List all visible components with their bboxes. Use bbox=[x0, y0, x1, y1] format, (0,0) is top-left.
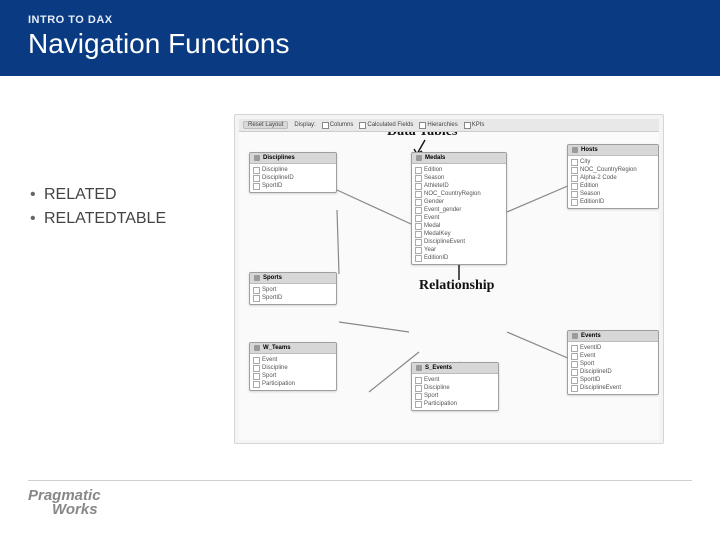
field-item: SportID bbox=[253, 294, 333, 302]
field-item: Participation bbox=[415, 400, 495, 408]
field-item: Edition bbox=[571, 182, 655, 190]
field-item: Sport bbox=[253, 286, 333, 294]
bullet-column: RELATED RELATEDTABLE bbox=[30, 106, 230, 540]
bullet-list: RELATED RELATEDTABLE bbox=[30, 186, 230, 228]
field-item: SportID bbox=[253, 182, 333, 190]
slide-header: INTRO TO DAX Navigation Functions bbox=[0, 0, 720, 76]
field-item: Edition bbox=[415, 166, 503, 174]
bullet-item: RELATED bbox=[30, 186, 230, 204]
field-item: EditionID bbox=[571, 198, 655, 206]
relationship-annotation: Relationship bbox=[419, 278, 494, 294]
diagram-toolbar: Reset Layout Display: Columns Calculated… bbox=[239, 119, 659, 132]
field-item: DisciplineEvent bbox=[571, 384, 655, 392]
field-item: NOC_CountryRegion bbox=[415, 190, 503, 198]
field-item: SportID bbox=[571, 376, 655, 384]
hierarchies-checkbox[interactable]: Hierarchies bbox=[419, 122, 457, 129]
field-item: Medal bbox=[415, 222, 503, 230]
field-item: Event_gender bbox=[415, 206, 503, 214]
field-item: DisciplineID bbox=[571, 368, 655, 376]
table-hosts[interactable]: Hosts City NOC_CountryRegion Alpha-2 Cod… bbox=[567, 144, 659, 209]
diagram-canvas: Data Tables Relationship Disciplines Dis… bbox=[239, 132, 659, 440]
table-title: Hosts bbox=[581, 147, 598, 153]
field-item: Event bbox=[253, 356, 333, 364]
calcfields-checkbox[interactable]: Calculated Fields bbox=[359, 122, 413, 129]
field-item: MedalKey bbox=[415, 230, 503, 238]
table-wteams[interactable]: W_Teams Event Discipline Sport Participa… bbox=[249, 342, 337, 391]
table-sports[interactable]: Sports Sport SportID bbox=[249, 272, 337, 305]
reset-layout-button[interactable]: Reset Layout bbox=[243, 121, 288, 129]
field-item: City bbox=[571, 158, 655, 166]
logo-line2: Works bbox=[28, 503, 692, 517]
field-item: Sport bbox=[571, 360, 655, 368]
table-events[interactable]: Events EventID Event Sport DisciplineID … bbox=[567, 330, 659, 395]
field-item: Sport bbox=[253, 372, 333, 380]
kicker-text: INTRO TO DAX bbox=[28, 14, 692, 26]
table-title: Sports bbox=[263, 275, 282, 281]
brand-logo: Pragmatic Works bbox=[28, 489, 692, 516]
kpis-checkbox[interactable]: KPIs bbox=[464, 122, 485, 129]
field-item: Discipline bbox=[253, 364, 333, 372]
field-item: Event bbox=[415, 214, 503, 222]
field-item: Event bbox=[571, 352, 655, 360]
table-title: W_Teams bbox=[263, 345, 291, 351]
columns-checkbox[interactable]: Columns bbox=[322, 122, 354, 129]
table-disciplines[interactable]: Disciplines Discipline DisciplineID Spor… bbox=[249, 152, 337, 193]
field-item: Event bbox=[415, 376, 495, 384]
table-title: Events bbox=[581, 333, 601, 339]
field-item: Discipline bbox=[415, 384, 495, 392]
table-title: Medals bbox=[425, 155, 445, 161]
diagram-screenshot: Reset Layout Display: Columns Calculated… bbox=[234, 114, 664, 444]
table-medals[interactable]: Medals Edition Season AthleteID NOC_Coun… bbox=[411, 152, 507, 265]
field-item: DisciplineEvent bbox=[415, 238, 503, 246]
page-title: Navigation Functions bbox=[28, 28, 692, 60]
field-item: EditionID bbox=[415, 254, 503, 262]
field-item: NOC_CountryRegion bbox=[571, 166, 655, 174]
field-item: AthleteID bbox=[415, 182, 503, 190]
field-item: Year bbox=[415, 246, 503, 254]
field-item: Season bbox=[415, 174, 503, 182]
field-item: Discipline bbox=[253, 166, 333, 174]
field-item: EventID bbox=[571, 344, 655, 352]
field-item: Gender bbox=[415, 198, 503, 206]
table-title: Disciplines bbox=[263, 155, 295, 161]
field-item: Sport bbox=[415, 392, 495, 400]
field-item: Season bbox=[571, 190, 655, 198]
table-title: S_Events bbox=[425, 365, 452, 371]
field-item: Alpha-2 Code bbox=[571, 174, 655, 182]
bullet-item: RELATEDTABLE bbox=[30, 210, 230, 228]
field-item: Participation bbox=[253, 380, 333, 388]
data-tables-annotation: Data Tables bbox=[387, 132, 457, 140]
slide-body: RELATED RELATEDTABLE Reset Layout Displa… bbox=[0, 76, 720, 540]
table-sevents[interactable]: S_Events Event Discipline Sport Particip… bbox=[411, 362, 499, 411]
field-item: DisciplineID bbox=[253, 174, 333, 182]
display-label: Display: bbox=[294, 122, 315, 128]
diagram-column: Reset Layout Display: Columns Calculated… bbox=[230, 106, 720, 540]
slide-footer: Pragmatic Works bbox=[28, 480, 692, 516]
